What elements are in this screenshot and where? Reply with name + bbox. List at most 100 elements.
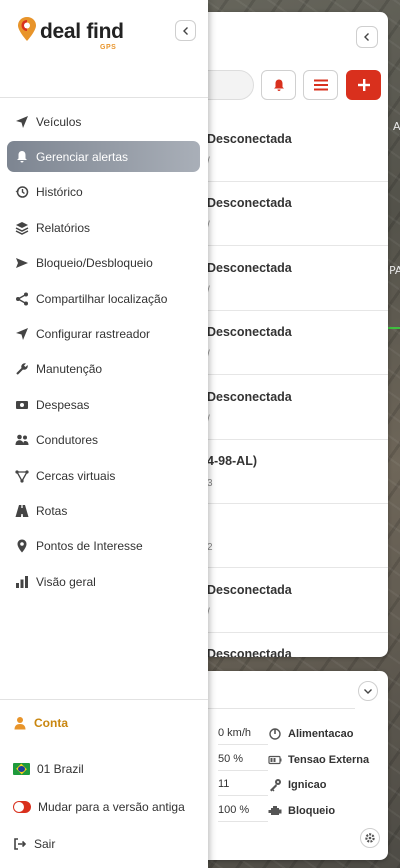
vehicle-status: Desconectada xyxy=(207,132,292,146)
account-link[interactable]: Conta xyxy=(7,709,200,737)
send-icon xyxy=(16,258,28,269)
logout-label: Sair xyxy=(34,837,56,851)
menu-item-label: Histórico xyxy=(36,185,83,200)
bell-icon xyxy=(17,150,27,163)
menu-item-label: Gerenciar alertas xyxy=(36,149,129,164)
money-icon xyxy=(16,400,28,409)
vehicle-status: Desconectada xyxy=(207,196,292,211)
navigation-arrow-icon-wrap xyxy=(15,327,29,341)
menu-item-label: Configurar rastreador xyxy=(36,326,151,341)
map-label: A xyxy=(393,120,400,133)
brand-name: deal find xyxy=(40,20,124,43)
menu-item-label: Cercas virtuais xyxy=(36,468,116,483)
chevron-down-icon xyxy=(364,689,372,694)
navigation-arrow-icon-wrap xyxy=(15,115,29,129)
telemetry-label-text: Ignicao xyxy=(288,779,327,791)
map-pin-icon-wrap xyxy=(15,539,29,553)
chevron-left-icon xyxy=(364,33,369,41)
power-icon xyxy=(269,728,281,740)
road-icon-wrap xyxy=(15,504,29,518)
telemetry-label: Alimentacao xyxy=(268,723,353,741)
map-label: PA xyxy=(389,264,400,277)
navigation-drawer: deal find GPS Veículos Gerenciar alertas H… xyxy=(0,0,208,868)
route-line xyxy=(388,327,400,329)
battery-icon xyxy=(268,755,282,764)
menu-item-manutencao[interactable]: Manutenção xyxy=(7,354,200,385)
vehicle-status: Desconectada xyxy=(207,582,292,597)
telemetry-value: 50 % xyxy=(218,749,268,771)
menu-item-label: Despesas xyxy=(36,397,90,412)
brand-logo[interactable]: deal find GPS xyxy=(16,14,126,54)
chevron-left-icon xyxy=(182,26,188,35)
menu-item-pontos-de-interesse[interactable]: Pontos de Interesse xyxy=(7,531,200,562)
menu-item-cercas-virtuais[interactable]: Cercas virtuais xyxy=(7,460,200,491)
navigation-arrow-icon xyxy=(16,115,28,128)
menu-item-historico[interactable]: Histórico xyxy=(7,177,200,208)
region-selector[interactable]: 01 Brazil xyxy=(7,755,200,783)
history-icon xyxy=(15,186,29,199)
menu-item-configurar-rastreador[interactable]: Configurar rastreador xyxy=(7,318,200,349)
key-icon xyxy=(270,779,281,792)
menu-item-despesas[interactable]: Despesas xyxy=(7,389,200,420)
vehicle-status: Desconectada xyxy=(207,647,292,657)
users-icon xyxy=(15,434,29,446)
menu-item-relatorios[interactable]: Relatórios xyxy=(7,212,200,243)
telemetry-label: Ignicao xyxy=(268,774,327,792)
menu-item-veiculos[interactable]: Veículos xyxy=(7,106,200,137)
share-icon xyxy=(16,292,28,305)
share-icon-wrap xyxy=(15,292,29,306)
users-icon-wrap xyxy=(15,433,29,447)
menu-item-gerenciar-alertas[interactable]: Gerenciar alertas xyxy=(7,141,200,173)
menu-item-rotas[interactable]: Rotas xyxy=(7,495,200,526)
brazil-flag-icon xyxy=(13,763,30,775)
list-menu-button[interactable] xyxy=(303,70,338,100)
menu-item-label: Bloqueio/Desbloqueio xyxy=(36,256,153,271)
legacy-version-label: Mudar para a versão antiga xyxy=(38,800,185,814)
logout-icon xyxy=(14,838,27,850)
menu-item-bloqueio-desbloqueio[interactable]: Bloqueio/Desbloqueio xyxy=(7,248,200,279)
toggle-switch-icon[interactable] xyxy=(13,801,31,813)
drawer-divider xyxy=(0,699,208,700)
plus-icon xyxy=(357,79,370,91)
telemetry-label-text: Alimentacao xyxy=(288,728,354,740)
region-label: 01 Brazil xyxy=(37,762,84,776)
geofence-icon-wrap xyxy=(15,469,29,483)
collapse-panel-button[interactable] xyxy=(356,26,378,48)
collapse-drawer-button[interactable] xyxy=(175,20,196,41)
vehicle-status: 4-98-AL) xyxy=(207,454,258,468)
location-pin-logo-icon xyxy=(18,17,36,41)
geofence-icon xyxy=(15,469,29,483)
money-icon-wrap xyxy=(15,398,29,412)
brand-tagline: GPS xyxy=(100,44,117,51)
menu-icon xyxy=(313,79,328,91)
vehicle-status: Desconectada xyxy=(207,260,292,275)
menu-item-label: Compartilhar localização xyxy=(36,291,168,306)
menu-item-label: Relatórios xyxy=(36,220,91,235)
user-icon xyxy=(14,717,26,730)
vehicle-status: Desconectada xyxy=(207,389,292,404)
telemetry-value: 0 km/h xyxy=(218,723,268,745)
history-icon-wrap xyxy=(15,185,29,199)
menu-item-label: Condutores xyxy=(36,433,99,448)
bar-chart-icon-wrap xyxy=(15,575,29,589)
logout-link[interactable]: Sair xyxy=(7,830,200,858)
legacy-version-toggle[interactable]: Mudar para a versão antiga xyxy=(7,793,200,821)
alerts-button[interactable] xyxy=(261,70,296,100)
bell-icon xyxy=(273,79,284,91)
road-icon xyxy=(15,504,29,517)
add-vehicle-button[interactable] xyxy=(346,70,381,100)
telemetry-settings-button[interactable] xyxy=(360,828,380,848)
layers-icon-wrap xyxy=(15,221,29,235)
expand-telemetry-button[interactable] xyxy=(358,681,378,701)
gear-icon xyxy=(365,833,375,843)
map-pin-icon xyxy=(17,539,27,553)
telemetry-label-text: Tensao Externa xyxy=(288,753,370,766)
telemetry-label: Tensao Externa xyxy=(268,749,369,767)
layers-icon xyxy=(15,221,29,235)
bar-chart-icon xyxy=(16,575,28,588)
menu-item-label: Visão geral xyxy=(36,574,96,589)
menu-item-compartilhar-localizacao[interactable]: Compartilhar localização xyxy=(7,283,200,314)
menu-item-condutores[interactable]: Condutores xyxy=(7,425,200,456)
telemetry-label: Bloqueio xyxy=(268,800,335,818)
menu-item-visao-geral[interactable]: Visão geral xyxy=(7,566,200,597)
